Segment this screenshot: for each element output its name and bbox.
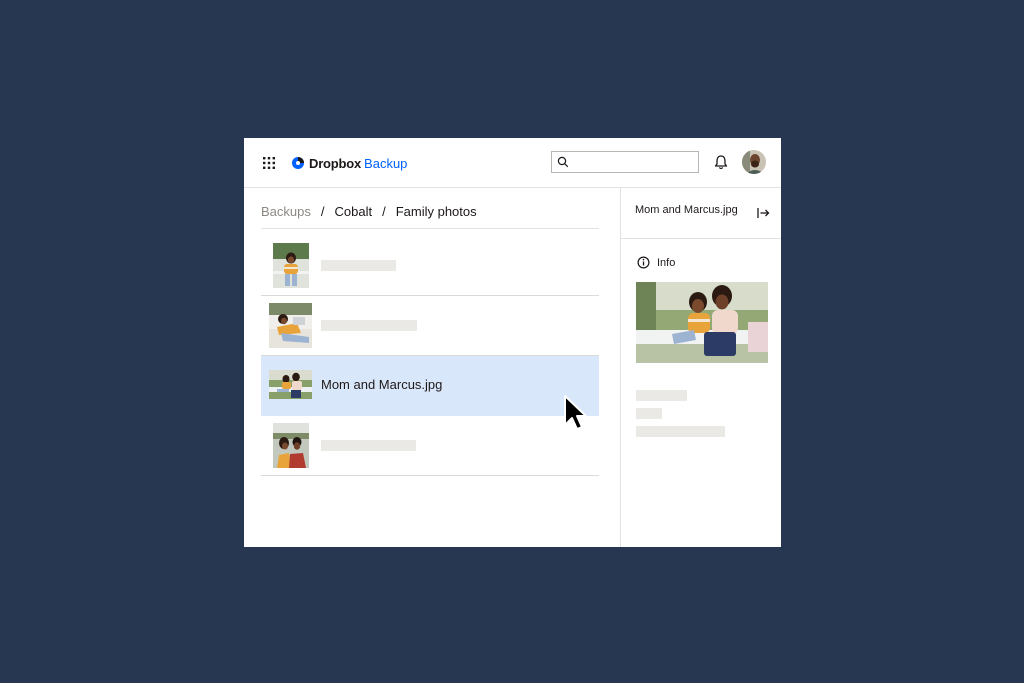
details-title: Mom and Marcus.jpg [635, 204, 738, 216]
file-browser: Backups / Cobalt / Family photos Mom and… [244, 188, 620, 547]
search-box[interactable] [551, 151, 699, 173]
file-thumbnail [273, 423, 309, 468]
breadcrumb-cobalt[interactable]: Cobalt [335, 204, 373, 219]
collapse-panel-icon[interactable] [757, 207, 770, 219]
backup-window: Dropbox Backup Backups / Cobalt / Family… [244, 138, 781, 547]
file-thumbnail [269, 303, 312, 348]
file-thumbnail [269, 363, 312, 408]
bell-icon[interactable] [713, 154, 729, 171]
filename-placeholder [321, 440, 416, 451]
photo-preview [636, 282, 768, 363]
breadcrumb-backups[interactable]: Backups [261, 204, 311, 219]
file-thumbnail [273, 243, 309, 288]
file-row[interactable] [261, 236, 599, 296]
top-bar: Dropbox Backup [244, 138, 781, 188]
brand-name: Dropbox [309, 155, 362, 171]
info-label: Info [657, 256, 676, 269]
info-section-header[interactable]: Info [637, 256, 675, 269]
product-name: Backup [364, 155, 408, 171]
metadata-placeholder [636, 426, 725, 437]
details-divider [621, 238, 781, 239]
metadata-placeholder [636, 390, 687, 401]
breadcrumb-family-photos: Family photos [395, 203, 477, 219]
filename-placeholder [321, 260, 396, 271]
user-avatar[interactable] [742, 150, 766, 174]
file-name: Mom and Marcus.jpg [321, 377, 443, 392]
breadcrumb: Backups / Cobalt / Family photos [261, 202, 477, 220]
file-row-selected[interactable]: Mom and Marcus.jpg [261, 356, 599, 416]
info-icon [637, 256, 650, 269]
breadcrumb-divider [261, 228, 599, 229]
filename-placeholder [321, 320, 417, 331]
grid-icon[interactable] [263, 157, 275, 169]
mouse-cursor [564, 395, 587, 430]
dropbox-backup-logo[interactable]: Dropbox Backup [291, 154, 407, 172]
avatar-photo [742, 150, 766, 174]
metadata-placeholder [636, 408, 662, 419]
file-row[interactable] [261, 416, 599, 476]
details-panel: Mom and Marcus.jpg Info [621, 188, 781, 547]
backup-logo-icon [292, 157, 304, 169]
breadcrumb-separator: / [382, 203, 386, 219]
breadcrumb-separator: / [320, 203, 325, 219]
search-icon [557, 156, 569, 168]
search-input[interactable] [574, 154, 698, 172]
file-row[interactable] [261, 296, 599, 356]
